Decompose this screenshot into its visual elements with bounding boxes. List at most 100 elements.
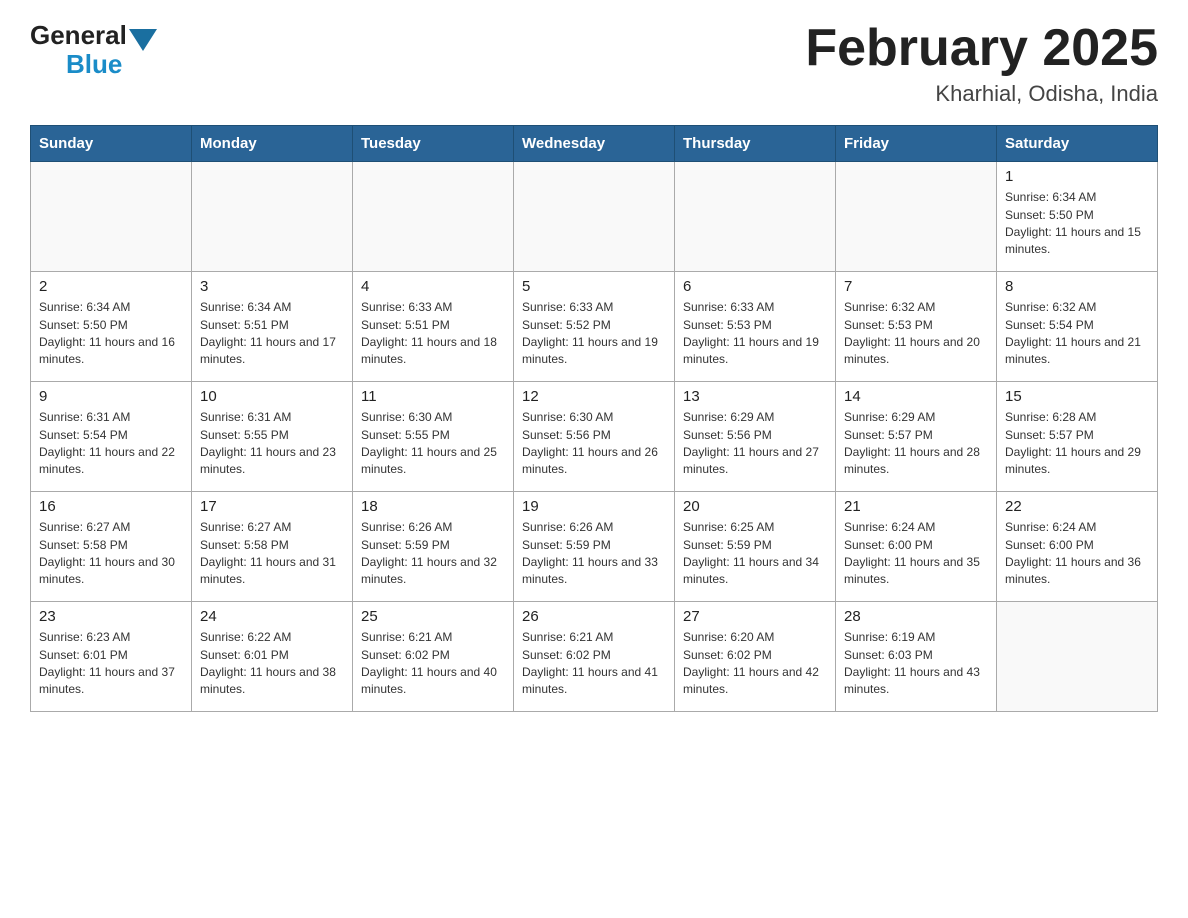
day-number: 6 (683, 278, 827, 295)
day-info: Sunrise: 6:24 AM Sunset: 6:00 PM Dayligh… (844, 519, 988, 589)
logo-general-text: General (30, 20, 127, 51)
day-info: Sunrise: 6:30 AM Sunset: 5:55 PM Dayligh… (361, 409, 505, 479)
day-number: 22 (1005, 498, 1149, 515)
day-number: 18 (361, 498, 505, 515)
day-cell (836, 162, 997, 272)
week-row-5: 23Sunrise: 6:23 AM Sunset: 6:01 PM Dayli… (31, 602, 1158, 712)
day-number: 12 (522, 388, 666, 405)
header-day-friday: Friday (836, 126, 997, 162)
day-info: Sunrise: 6:31 AM Sunset: 5:55 PM Dayligh… (200, 409, 344, 479)
day-info: Sunrise: 6:21 AM Sunset: 6:02 PM Dayligh… (522, 629, 666, 699)
day-number: 10 (200, 388, 344, 405)
day-info: Sunrise: 6:29 AM Sunset: 5:57 PM Dayligh… (844, 409, 988, 479)
title-block: February 2025 Kharhial, Odisha, India (805, 20, 1158, 107)
day-number: 9 (39, 388, 183, 405)
month-title: February 2025 (805, 20, 1158, 77)
calendar-body: 1 Sunrise: 6:34 AM Sunset: 5:50 PM Daylig… (31, 162, 1158, 712)
day-cell: 28 Sunrise: 6:19 AM Sunset: 6:03 PM Dayli… (836, 602, 997, 712)
header-day-monday: Monday (192, 126, 353, 162)
day-info: Sunrise: 6:26 AM Sunset: 5:59 PM Dayligh… (361, 519, 505, 589)
day-info: Sunrise: 6:28 AM Sunset: 5:57 PM Dayligh… (1005, 409, 1149, 479)
day-info: Sunrise: 6:19 AM Sunset: 6:03 PM Dayligh… (844, 629, 988, 699)
week-row-3: 9 Sunrise: 6:31 AM Sunset: 5:54 PM Daylig… (31, 382, 1158, 492)
day-cell: 2 Sunrise: 6:34 AM Sunset: 5:50 PM Daylig… (31, 272, 192, 382)
header-day-wednesday: Wednesday (514, 126, 675, 162)
day-number: 14 (844, 388, 988, 405)
header-day-saturday: Saturday (997, 126, 1158, 162)
day-info: Sunrise: 6:30 AM Sunset: 5:56 PM Dayligh… (522, 409, 666, 479)
header-day-tuesday: Tuesday (353, 126, 514, 162)
week-row-1: 1 Sunrise: 6:34 AM Sunset: 5:50 PM Daylig… (31, 162, 1158, 272)
day-cell: 21 Sunrise: 6:24 AM Sunset: 6:00 PM Dayli… (836, 492, 997, 602)
day-number: 7 (844, 278, 988, 295)
day-cell (353, 162, 514, 272)
day-cell (675, 162, 836, 272)
day-number: 3 (200, 278, 344, 295)
logo: General Blue (30, 20, 159, 80)
day-info: Sunrise: 6:27 AM Sunset: 5:58 PM Dayligh… (200, 519, 344, 589)
day-cell: 5 Sunrise: 6:33 AM Sunset: 5:52 PM Daylig… (514, 272, 675, 382)
week-row-2: 2 Sunrise: 6:34 AM Sunset: 5:50 PM Daylig… (31, 272, 1158, 382)
day-number: 20 (683, 498, 827, 515)
day-info: Sunrise: 6:34 AM Sunset: 5:50 PM Dayligh… (39, 299, 183, 369)
day-info: Sunrise: 6:33 AM Sunset: 5:53 PM Dayligh… (683, 299, 827, 369)
header-day-thursday: Thursday (675, 126, 836, 162)
day-number: 13 (683, 388, 827, 405)
day-info: Sunrise: 6:25 AM Sunset: 5:59 PM Dayligh… (683, 519, 827, 589)
day-info: Sunrise: 6:21 AM Sunset: 6:02 PM Dayligh… (361, 629, 505, 699)
day-cell: 3 Sunrise: 6:34 AM Sunset: 5:51 PM Daylig… (192, 272, 353, 382)
day-cell (192, 162, 353, 272)
page-header: General Blue February 2025 Kharhial, Odi… (30, 20, 1158, 107)
day-info: Sunrise: 6:31 AM Sunset: 5:54 PM Dayligh… (39, 409, 183, 479)
day-number: 2 (39, 278, 183, 295)
day-cell: 14 Sunrise: 6:29 AM Sunset: 5:57 PM Dayli… (836, 382, 997, 492)
day-cell: 16Sunrise: 6:27 AM Sunset: 5:58 PM Dayli… (31, 492, 192, 602)
day-cell: 17Sunrise: 6:27 AM Sunset: 5:58 PM Dayli… (192, 492, 353, 602)
day-info: Sunrise: 6:32 AM Sunset: 5:53 PM Dayligh… (844, 299, 988, 369)
day-cell: 26 Sunrise: 6:21 AM Sunset: 6:02 PM Dayli… (514, 602, 675, 712)
day-cell: 23Sunrise: 6:23 AM Sunset: 6:01 PM Dayli… (31, 602, 192, 712)
day-number: 25 (361, 608, 505, 625)
day-cell: 25 Sunrise: 6:21 AM Sunset: 6:02 PM Dayli… (353, 602, 514, 712)
day-cell (514, 162, 675, 272)
day-cell: 10 Sunrise: 6:31 AM Sunset: 5:55 PM Dayli… (192, 382, 353, 492)
day-number: 26 (522, 608, 666, 625)
day-cell: 9 Sunrise: 6:31 AM Sunset: 5:54 PM Daylig… (31, 382, 192, 492)
day-cell: 27 Sunrise: 6:20 AM Sunset: 6:02 PM Dayli… (675, 602, 836, 712)
day-number: 27 (683, 608, 827, 625)
logo-triangle-icon (129, 29, 157, 51)
day-cell: 19Sunrise: 6:26 AM Sunset: 5:59 PM Dayli… (514, 492, 675, 602)
day-cell: 24Sunrise: 6:22 AM Sunset: 6:01 PM Dayli… (192, 602, 353, 712)
day-number: 23 (39, 608, 183, 625)
day-info: Sunrise: 6:26 AM Sunset: 5:59 PM Dayligh… (522, 519, 666, 589)
day-number: 5 (522, 278, 666, 295)
day-cell: 22 Sunrise: 6:24 AM Sunset: 6:00 PM Dayli… (997, 492, 1158, 602)
day-cell: 7 Sunrise: 6:32 AM Sunset: 5:53 PM Daylig… (836, 272, 997, 382)
day-number: 4 (361, 278, 505, 295)
header-row: SundayMondayTuesdayWednesdayThursdayFrid… (31, 126, 1158, 162)
day-number: 1 (1005, 168, 1149, 185)
day-info: Sunrise: 6:27 AM Sunset: 5:58 PM Dayligh… (39, 519, 183, 589)
week-row-4: 16Sunrise: 6:27 AM Sunset: 5:58 PM Dayli… (31, 492, 1158, 602)
day-info: Sunrise: 6:29 AM Sunset: 5:56 PM Dayligh… (683, 409, 827, 479)
day-cell: 15Sunrise: 6:28 AM Sunset: 5:57 PM Dayli… (997, 382, 1158, 492)
day-info: Sunrise: 6:24 AM Sunset: 6:00 PM Dayligh… (1005, 519, 1149, 589)
day-number: 8 (1005, 278, 1149, 295)
logo-blue-text: Blue (66, 49, 122, 80)
day-info: Sunrise: 6:20 AM Sunset: 6:02 PM Dayligh… (683, 629, 827, 699)
day-info: Sunrise: 6:34 AM Sunset: 5:51 PM Dayligh… (200, 299, 344, 369)
day-number: 21 (844, 498, 988, 515)
day-cell: 20 Sunrise: 6:25 AM Sunset: 5:59 PM Dayli… (675, 492, 836, 602)
day-number: 28 (844, 608, 988, 625)
location: Kharhial, Odisha, India (805, 81, 1158, 107)
day-cell (31, 162, 192, 272)
day-info: Sunrise: 6:34 AM Sunset: 5:50 PM Dayligh… (1005, 189, 1149, 259)
day-cell: 11Sunrise: 6:30 AM Sunset: 5:55 PM Dayli… (353, 382, 514, 492)
calendar-header: SundayMondayTuesdayWednesdayThursdayFrid… (31, 126, 1158, 162)
day-cell (997, 602, 1158, 712)
day-number: 24 (200, 608, 344, 625)
calendar-table: SundayMondayTuesdayWednesdayThursdayFrid… (30, 125, 1158, 712)
day-cell: 6 Sunrise: 6:33 AM Sunset: 5:53 PM Daylig… (675, 272, 836, 382)
day-info: Sunrise: 6:33 AM Sunset: 5:52 PM Dayligh… (522, 299, 666, 369)
day-cell: 1 Sunrise: 6:34 AM Sunset: 5:50 PM Daylig… (997, 162, 1158, 272)
